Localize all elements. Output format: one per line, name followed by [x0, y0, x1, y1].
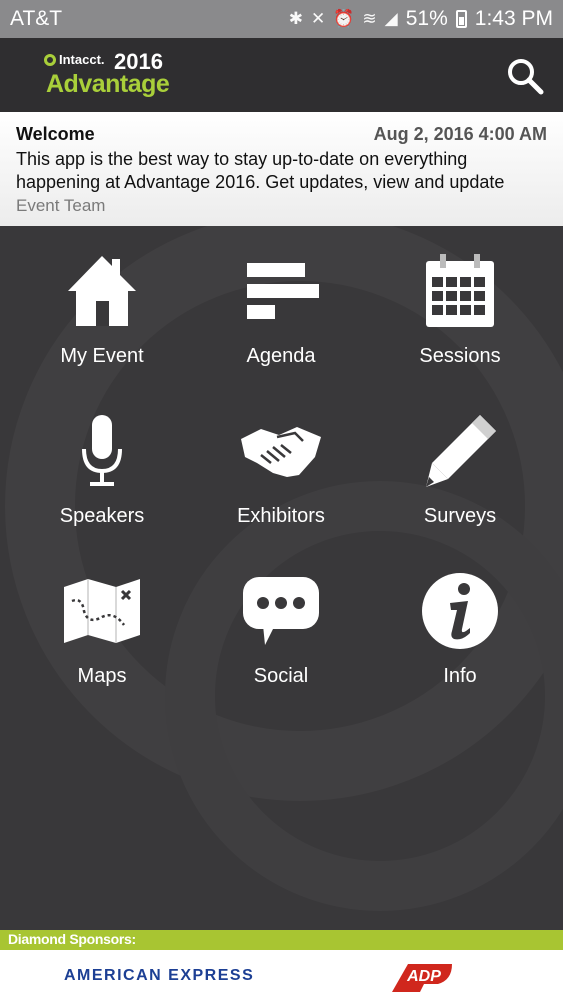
- menu-label: My Event: [60, 345, 144, 367]
- mute-icon: ✕: [311, 9, 326, 28]
- menu-tile-maps[interactable]: Maps: [27, 546, 177, 696]
- announcement-author: Event Team: [16, 196, 106, 215]
- menu-label: Maps: [77, 665, 127, 687]
- signal-icon: ◢: [384, 9, 398, 28]
- menu-label: Exhibitors: [237, 505, 325, 527]
- carrier-label: AT&T: [10, 7, 63, 30]
- wifi-icon: ≋: [362, 9, 377, 28]
- menu-label: Sessions: [419, 345, 501, 367]
- clock: 1:43 PM: [474, 7, 553, 30]
- event-name: Advantage: [46, 70, 170, 98]
- alarm-icon: ⏰: [333, 9, 355, 28]
- sponsors-heading: Diamond Sponsors:: [0, 930, 563, 950]
- info-icon: [415, 566, 505, 656]
- menu-tile-surveys[interactable]: Surveys: [385, 386, 535, 536]
- menu-tile-agenda[interactable]: Agenda: [206, 226, 356, 376]
- menu-tile-social[interactable]: Social: [206, 546, 356, 696]
- chat-bubble-icon: [236, 566, 326, 656]
- sponsors-banner[interactable]: AMERICAN EXPRESS ADP: [0, 950, 563, 1000]
- announcement-date: Aug 2, 2016 4:00 AM: [373, 124, 547, 144]
- announcement-title: Welcome: [16, 124, 95, 144]
- menu-tile-info[interactable]: Info: [385, 546, 535, 696]
- menu-tile-my-event[interactable]: My Event: [27, 226, 177, 376]
- status-icons: ✱ ✕ ⏰ ≋ ◢ 51% 1:43 PM: [289, 7, 553, 31]
- pencil-icon: [415, 406, 505, 496]
- sponsor-adp[interactable]: ADP: [390, 960, 454, 994]
- bluetooth-icon: ✱: [288, 9, 303, 28]
- battery-percent: 51%: [405, 7, 448, 30]
- app-header: Intacct. 2016 Advantage: [0, 38, 563, 112]
- menu-label: Social: [253, 665, 309, 687]
- brand-mark-icon: [44, 53, 56, 66]
- announcement-banner[interactable]: Welcome Aug 2, 2016 4:00 AM This app is …: [0, 112, 563, 226]
- menu-tile-sessions[interactable]: Sessions: [385, 226, 535, 376]
- agenda-bars-icon: [236, 246, 326, 336]
- calendar-icon: [415, 246, 505, 336]
- announcement-body: This app is the best way to stay up-to-d…: [16, 149, 505, 192]
- search-icon[interactable]: [505, 56, 545, 96]
- menu-label: Info: [443, 665, 477, 687]
- handshake-icon: [236, 406, 326, 496]
- main-menu: My Event Agenda Sessions Speakers Exhibi…: [0, 226, 563, 930]
- svg-text:ADP: ADP: [406, 968, 441, 985]
- status-bar: AT&T ✱ ✕ ⏰ ≋ ◢ 51% 1:43 PM: [0, 0, 563, 38]
- event-logo[interactable]: Intacct. 2016 Advantage: [44, 49, 174, 100]
- map-icon: [57, 566, 147, 656]
- menu-label: Surveys: [423, 505, 497, 527]
- house-icon: [57, 246, 147, 336]
- menu-label: Speakers: [59, 505, 145, 527]
- microphone-icon: [57, 406, 147, 496]
- menu-tile-speakers[interactable]: Speakers: [27, 386, 177, 536]
- sponsor-american-express[interactable]: AMERICAN EXPRESS: [64, 967, 254, 985]
- brand-name: Intacct.: [44, 52, 105, 67]
- menu-label: Agenda: [246, 345, 316, 367]
- battery-icon: [455, 10, 467, 28]
- menu-tile-exhibitors[interactable]: Exhibitors: [206, 386, 356, 536]
